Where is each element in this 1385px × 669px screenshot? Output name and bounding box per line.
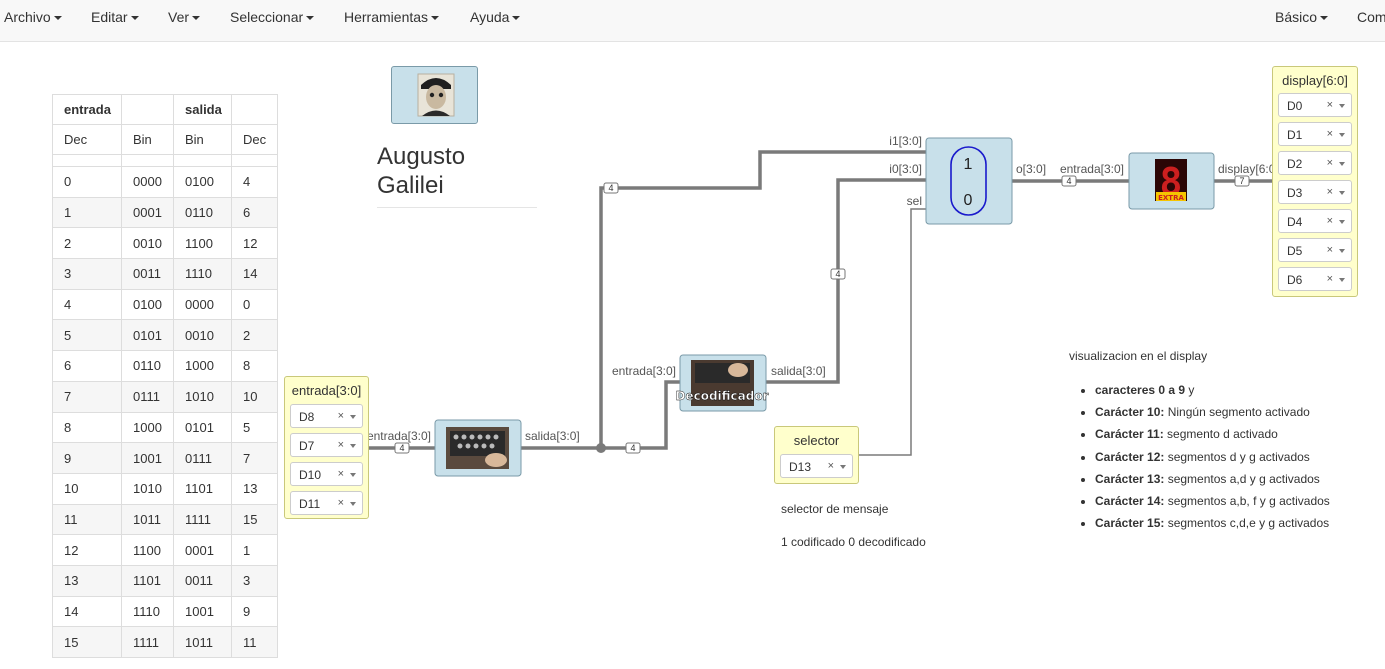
clear-icon[interactable]: × [1327, 244, 1333, 256]
svg-text:4: 4 [608, 183, 613, 193]
keyboard-icon [446, 427, 509, 469]
dropdown-arrow-icon[interactable] [1339, 249, 1345, 253]
mux-input-0-value: 0 [964, 192, 973, 209]
selector-note-desc: 1 codificado 0 decodificado [781, 535, 926, 549]
pin-select[interactable]: D0 × [1278, 93, 1352, 117]
list-item: Carácter 14: segmentos a,b, f y g activa… [1095, 492, 1330, 514]
selector-note-title: selector de mensaje [781, 502, 889, 516]
seven-segment-component[interactable]: 8 EXTRA [1128, 152, 1215, 210]
list-item: Carácter 15: segmentos c,d,e y g activad… [1095, 514, 1330, 536]
decoder-component[interactable]: Decodificador [675, 354, 769, 412]
list-item: caracteres 0 a 9 y [1095, 381, 1330, 403]
clear-icon[interactable]: × [828, 460, 834, 472]
bus-width-badge: 4 [1061, 175, 1077, 187]
encoder-output-label: salida[3:0] [525, 429, 580, 443]
svg-text:7: 7 [1239, 176, 1244, 186]
clear-icon[interactable]: × [338, 468, 344, 480]
wire-selector-to-mux-sel[interactable] [858, 208, 926, 456]
svg-text:4: 4 [1066, 176, 1071, 186]
legend-list: caracteres 0 a 9 y Carácter 10: Ningún s… [1077, 381, 1330, 536]
wire-to-decoder[interactable] [601, 380, 681, 450]
svg-text:4: 4 [835, 269, 840, 279]
list-item: Carácter 11: segmento d activado [1095, 425, 1330, 447]
pin-select[interactable]: D6 × [1278, 267, 1352, 291]
dropdown-arrow-icon[interactable] [1339, 133, 1345, 137]
bus-width-badge: 4 [625, 442, 641, 454]
encoder-input-label: entrada[3:0] [367, 429, 431, 443]
pin-select[interactable]: D13 × [780, 454, 853, 478]
input-box[interactable]: entrada[3:0] D8 × D7 × D10 × D11 × [284, 376, 369, 519]
encoder-component[interactable] [434, 419, 522, 477]
dropdown-arrow-icon[interactable] [840, 465, 846, 469]
pin-select[interactable]: D1 × [1278, 122, 1352, 146]
pin-select[interactable]: D10 × [290, 462, 363, 486]
dropdown-arrow-icon[interactable] [350, 502, 356, 506]
display-output-box[interactable]: display[6:0] D0 × D1 × D2 × D3 × D4 × D5 × D6 × [1272, 66, 1358, 297]
decoder-input-label: entrada[3:0] [612, 364, 676, 378]
seven-segment-output-label: display[6:0] [1218, 162, 1279, 176]
circuit-canvas: 4 4 4 4 4 7 entrada[3:0] salida[3:0] Dec… [367, 134, 1279, 477]
seven-segment-input-label: entrada[3:0] [1060, 162, 1124, 176]
decoder-output-label: salida[3:0] [771, 364, 826, 378]
pin-select[interactable]: D7 × [290, 433, 363, 457]
selector-box-title: selector [793, 433, 840, 448]
mux-sel-label: sel [907, 194, 922, 208]
clear-icon[interactable]: × [1327, 99, 1333, 111]
clear-icon[interactable]: × [338, 497, 344, 509]
dropdown-arrow-icon[interactable] [1339, 278, 1345, 282]
dropdown-arrow-icon[interactable] [1339, 191, 1345, 195]
pin-select[interactable]: D8 × [290, 404, 363, 428]
clear-icon[interactable]: × [1327, 215, 1333, 227]
display-box-title: display[6:0] [1282, 73, 1348, 88]
wire-decoder-to-mux-i0[interactable] [766, 178, 926, 384]
wire-junction [596, 443, 606, 453]
list-item: Carácter 13: segmentos a,d y g activados [1095, 470, 1330, 492]
clear-icon[interactable]: × [1327, 273, 1333, 285]
bus-width-badge: 4 [830, 268, 846, 280]
clear-icon[interactable]: × [1327, 157, 1333, 169]
clear-icon[interactable]: × [338, 439, 344, 451]
input-box-title: entrada[3:0] [291, 383, 362, 398]
list-item: Carácter 12: segmentos d y g activados [1095, 448, 1330, 470]
clear-icon[interactable]: × [338, 410, 344, 422]
dropdown-arrow-icon[interactable] [1339, 104, 1345, 108]
pin-select[interactable]: D5 × [1278, 238, 1352, 262]
mux-i1-label: i1[3:0] [889, 134, 922, 148]
mux-output-label: o[3:0] [1016, 162, 1046, 176]
clear-icon[interactable]: × [1327, 128, 1333, 140]
pin-select[interactable]: D2 × [1278, 151, 1352, 175]
clear-icon[interactable]: × [1327, 186, 1333, 198]
dropdown-arrow-icon[interactable] [350, 415, 356, 419]
decoder-caption: Decodificador [675, 389, 768, 403]
legend-title: visualizacion en el display [1069, 349, 1208, 363]
list-item: Carácter 10: Ningún segmento activado [1095, 403, 1330, 425]
dropdown-arrow-icon[interactable] [1339, 162, 1345, 166]
seven-segment-icon: 8 EXTRA [1155, 159, 1187, 204]
dropdown-arrow-icon[interactable] [350, 444, 356, 448]
selector-box[interactable]: selector D13 × [774, 426, 859, 484]
mux-input-1-value: 1 [964, 156, 973, 173]
mux-i0-label: i0[3:0] [889, 162, 922, 176]
dropdown-arrow-icon[interactable] [1339, 220, 1345, 224]
mux-component[interactable]: 1 0 [925, 137, 1013, 225]
pin-select[interactable]: D4 × [1278, 209, 1352, 233]
bus-width-badge: 4 [603, 182, 619, 194]
dropdown-arrow-icon[interactable] [350, 473, 356, 477]
svg-text:4: 4 [630, 443, 635, 453]
pin-select[interactable]: D11 × [290, 491, 363, 515]
extra-badge-text: EXTRA [1158, 194, 1184, 202]
svg-text:4: 4 [399, 443, 404, 453]
pin-select[interactable]: D3 × [1278, 180, 1352, 204]
bus-width-badge: 7 [1234, 175, 1250, 187]
bus-width-badge: 4 [394, 442, 410, 454]
